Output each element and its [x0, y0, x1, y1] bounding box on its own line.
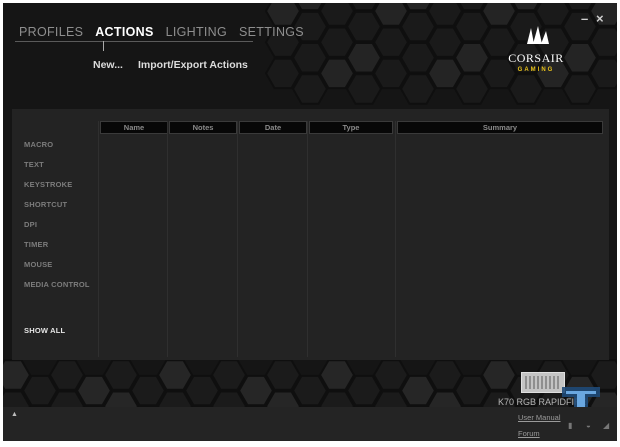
hex-tile [399, 374, 437, 407]
corsair-logo: CORSAIR GAMING [501, 25, 571, 73]
tab-actions[interactable]: ACTIONS [95, 25, 153, 39]
brand-sub: GAMING [517, 67, 555, 73]
column-header-date[interactable]: Date [239, 121, 307, 134]
hex-tile [183, 374, 221, 407]
category-shortcut[interactable]: SHORTCUT [24, 200, 67, 209]
hex-tile [480, 359, 518, 391]
new-action-button[interactable]: New... [93, 59, 123, 71]
column-header-summary[interactable]: Summary [397, 121, 603, 134]
actions-panel: Name Notes Date Type Summary MACRO TEXT … [12, 109, 609, 360]
corsair-sails-icon [527, 26, 549, 44]
tab-lighting[interactable]: LIGHTING [166, 25, 227, 39]
hex-tile [237, 374, 275, 407]
column-divider [237, 121, 238, 357]
cue-window: PROFILES ACTIONS LIGHTING SETTINGS – × C… [3, 3, 617, 441]
hex-tile [156, 359, 194, 391]
hex-tile [372, 359, 410, 391]
user-manual-link[interactable]: User Manual [518, 413, 561, 422]
tab-settings[interactable]: SETTINGS [239, 25, 304, 39]
category-text[interactable]: TEXT [24, 160, 44, 169]
hex-tile [264, 359, 302, 391]
hex-tile [21, 374, 59, 407]
brand-name: CORSAIR [508, 51, 564, 65]
hex-tile [48, 359, 86, 391]
nav-underline [15, 41, 253, 42]
column-header-name[interactable]: Name [100, 121, 168, 134]
import-export-button[interactable]: Import/Export Actions [138, 59, 248, 71]
category-keystroke[interactable]: KEYSTROKE [24, 180, 72, 189]
tray-icon[interactable]: ◒ [586, 421, 591, 430]
close-button[interactable]: × [596, 11, 604, 26]
hex-tile [426, 359, 464, 391]
column-header-type[interactable]: Type [309, 121, 393, 134]
hex-tile [399, 10, 437, 43]
category-dpi[interactable]: DPI [24, 220, 37, 229]
active-tab-indicator [103, 41, 104, 51]
minimize-button[interactable]: – [581, 11, 588, 26]
column-divider [307, 121, 308, 357]
column-header-notes[interactable]: Notes [169, 121, 237, 134]
forum-link[interactable]: Forum [518, 429, 540, 438]
category-mouse[interactable]: MOUSE [24, 260, 53, 269]
tray-icon[interactable]: ◢ [603, 421, 609, 430]
hex-tile [102, 359, 140, 391]
hex-tile [291, 374, 329, 407]
column-divider [167, 121, 168, 357]
show-all-button[interactable]: SHOW ALL [24, 326, 65, 335]
tab-profiles[interactable]: PROFILES [19, 25, 83, 39]
column-divider [395, 121, 396, 357]
category-media-control[interactable]: MEDIA CONTROL [24, 280, 90, 289]
column-divider [98, 121, 99, 357]
top-nav: PROFILES ACTIONS LIGHTING SETTINGS [19, 25, 304, 39]
hex-tile [210, 359, 248, 391]
category-macro[interactable]: MACRO [24, 140, 53, 149]
hex-tile [345, 10, 383, 43]
hex-tile [129, 374, 167, 407]
hex-tile [453, 374, 491, 407]
expand-up-icon[interactable]: ▲ [11, 411, 18, 418]
hex-tile [318, 359, 356, 391]
hex-tile [75, 374, 113, 407]
hex-tile [345, 374, 383, 407]
tray-icon[interactable]: ▮ [568, 421, 572, 430]
keyboard-keys [525, 376, 561, 389]
hex-tile [453, 10, 491, 43]
category-timer[interactable]: TIMER [24, 240, 48, 249]
